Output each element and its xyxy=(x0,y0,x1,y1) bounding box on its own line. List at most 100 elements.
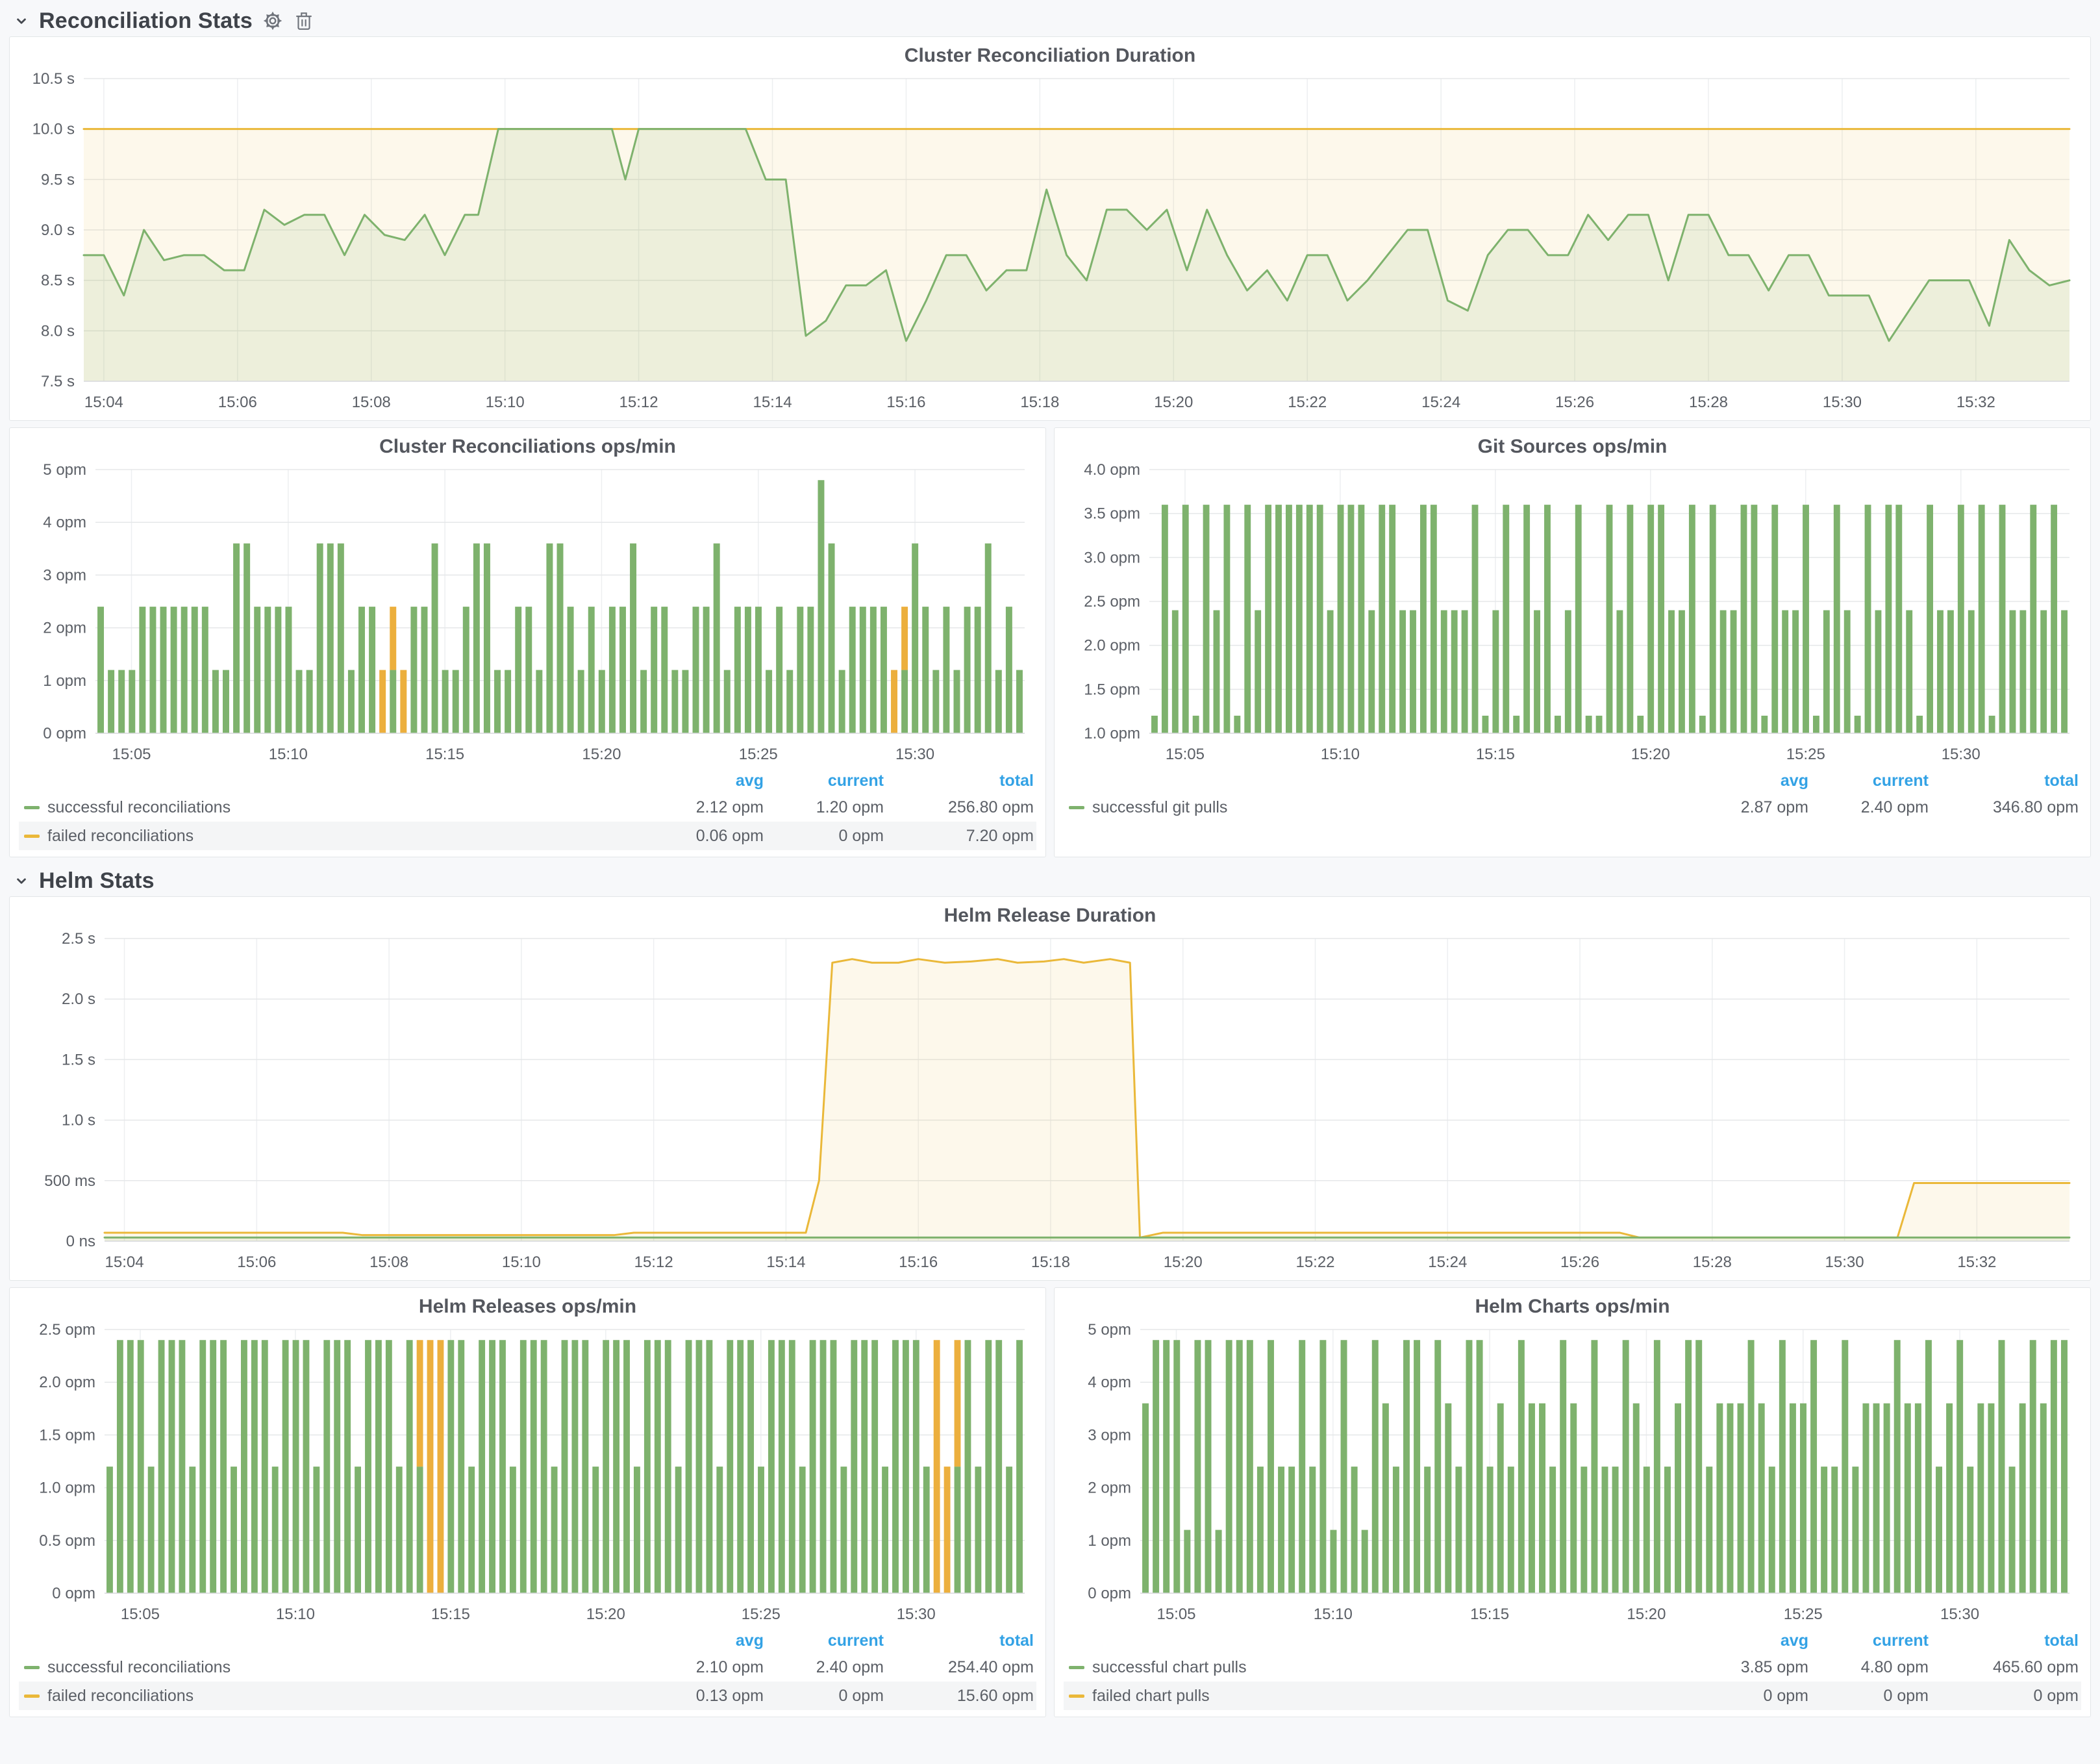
svg-text:15:05: 15:05 xyxy=(112,746,151,763)
section-title[interactable]: Reconciliation Stats xyxy=(39,8,253,34)
svg-text:15:06: 15:06 xyxy=(218,394,257,411)
svg-text:15:24: 15:24 xyxy=(1428,1254,1467,1271)
panel-helm-release-duration: Helm Release Duration 15:0415:0615:0815:… xyxy=(9,896,2091,1281)
svg-text:15:25: 15:25 xyxy=(742,1606,781,1623)
svg-text:15:10: 15:10 xyxy=(1321,746,1360,763)
legend-avg-value: 0.06 opm xyxy=(644,827,764,846)
legend-header-row: avg current total xyxy=(19,768,1036,793)
legend-series-name: failed reconciliations xyxy=(47,827,194,846)
svg-text:4.0 opm: 4.0 opm xyxy=(1084,461,1140,479)
svg-text:15:10: 15:10 xyxy=(502,1254,541,1271)
legend-header-avg[interactable]: avg xyxy=(1688,1632,1808,1650)
svg-text:15:04: 15:04 xyxy=(105,1254,144,1271)
svg-text:15:20: 15:20 xyxy=(1154,394,1193,411)
legend-series-name: failed chart pulls xyxy=(1092,1687,1210,1706)
svg-text:2.5 opm: 2.5 opm xyxy=(39,1321,95,1339)
svg-text:15:08: 15:08 xyxy=(352,394,391,411)
helm-charts-opm-chart[interactable]: 15:0515:1015:1515:2015:2515:305 opm4 opm… xyxy=(1064,1320,2081,1626)
panel-title[interactable]: Helm Releases ops/min xyxy=(19,1293,1036,1320)
panel-cluster-reconciliation-duration: Cluster Reconciliation Duration 15:0415:… xyxy=(9,36,2091,421)
panel-title[interactable]: Helm Charts ops/min xyxy=(1064,1293,2081,1320)
legend-total-value: 7.20 opm xyxy=(884,827,1036,846)
panel-cluster-reconciliations-opm: Cluster Reconciliations ops/min 15:0515:… xyxy=(9,427,1046,857)
svg-text:15:24: 15:24 xyxy=(1421,394,1460,411)
legend-header-current[interactable]: current xyxy=(1808,1632,1929,1650)
svg-text:5 opm: 5 opm xyxy=(1088,1321,1131,1339)
series-color-dash xyxy=(24,1695,40,1698)
svg-text:4 opm: 4 opm xyxy=(1088,1374,1131,1391)
gear-icon[interactable] xyxy=(262,10,284,32)
svg-text:15:32: 15:32 xyxy=(1956,394,1995,411)
svg-text:15:28: 15:28 xyxy=(1689,394,1728,411)
legend-header-current[interactable]: current xyxy=(764,772,884,790)
legend-header-avg[interactable]: avg xyxy=(644,772,764,790)
helm-releases-opm-chart[interactable]: 15:0515:1015:1515:2015:2515:302.5 opm2.0… xyxy=(19,1320,1036,1626)
series-color-dash xyxy=(24,806,40,809)
legend-row-successful-reconciliations: successful reconciliations 2.10 opm 2.40… xyxy=(19,1653,1036,1682)
legend-total-value: 256.80 opm xyxy=(884,798,1036,817)
svg-text:3 opm: 3 opm xyxy=(1088,1426,1131,1444)
svg-text:15:20: 15:20 xyxy=(1631,746,1670,763)
series-color-dash xyxy=(24,1666,40,1669)
svg-text:1 opm: 1 opm xyxy=(43,672,86,690)
panel-git-sources-opm: Git Sources ops/min 15:0515:1015:1515:20… xyxy=(1054,427,2091,857)
legend-header-avg[interactable]: avg xyxy=(644,1632,764,1650)
chevron-down-icon[interactable] xyxy=(13,12,30,29)
chevron-down-icon[interactable] xyxy=(13,872,30,889)
legend-avg-value: 2.12 opm xyxy=(644,798,764,817)
legend-current-value: 2.40 opm xyxy=(1808,798,1929,817)
legend-header-current[interactable]: current xyxy=(1808,772,1929,790)
git-sources-opm-chart[interactable]: 15:0515:1015:1515:2015:2515:304.0 opm3.5… xyxy=(1064,460,2081,766)
svg-text:0 opm: 0 opm xyxy=(52,1585,95,1602)
cluster-reconciliations-opm-chart[interactable]: 15:0515:1015:1515:2015:2515:305 opm4 opm… xyxy=(19,460,1036,766)
svg-text:3.5 opm: 3.5 opm xyxy=(1084,505,1140,523)
svg-text:1 opm: 1 opm xyxy=(1088,1532,1131,1550)
legend-header-total[interactable]: total xyxy=(884,1632,1036,1650)
svg-text:15:25: 15:25 xyxy=(1784,1606,1823,1623)
trash-icon[interactable] xyxy=(293,10,315,32)
svg-text:15:20: 15:20 xyxy=(586,1606,625,1623)
helm-release-duration-chart[interactable]: 15:0415:0615:0815:1015:1215:1415:1615:18… xyxy=(19,929,2081,1274)
legend-header-total[interactable]: total xyxy=(1929,772,2081,790)
svg-text:15:25: 15:25 xyxy=(739,746,778,763)
section-header-helm-stats[interactable]: Helm Stats xyxy=(9,865,2091,896)
svg-text:15:14: 15:14 xyxy=(753,394,792,411)
panel-title[interactable]: Git Sources ops/min xyxy=(1064,433,2081,460)
legend-total-value: 346.80 opm xyxy=(1929,798,2081,817)
series-color-dash xyxy=(1069,806,1084,809)
svg-text:2.5 opm: 2.5 opm xyxy=(1084,593,1140,611)
svg-text:15:10: 15:10 xyxy=(486,394,525,411)
legend-series-name: successful chart pulls xyxy=(1092,1658,1247,1677)
legend-header-total[interactable]: total xyxy=(884,772,1036,790)
svg-text:15:10: 15:10 xyxy=(276,1606,315,1623)
section-title[interactable]: Helm Stats xyxy=(39,868,155,894)
svg-text:3.0 opm: 3.0 opm xyxy=(1084,549,1140,566)
panel-title[interactable]: Helm Release Duration xyxy=(19,902,2081,929)
legend-current-value: 0 opm xyxy=(1808,1687,1929,1706)
svg-text:15:28: 15:28 xyxy=(1693,1254,1732,1271)
cluster-reconciliation-duration-chart[interactable]: 15:0415:0615:0815:1015:1215:1415:1615:18… xyxy=(19,69,2081,414)
legend: avg current total successful chart pulls… xyxy=(1064,1628,2081,1710)
svg-text:15:30: 15:30 xyxy=(897,1606,936,1623)
legend-total-value: 254.40 opm xyxy=(884,1658,1036,1677)
legend: avg current total successful reconciliat… xyxy=(19,1628,1036,1710)
legend-row-successful-git-pulls: successful git pulls 2.87 opm 2.40 opm 3… xyxy=(1064,793,2081,822)
panel-title[interactable]: Cluster Reconciliations ops/min xyxy=(19,433,1036,460)
panel-helm-charts-opm: Helm Charts ops/min 15:0515:1015:1515:20… xyxy=(1054,1287,2091,1717)
svg-text:2 opm: 2 opm xyxy=(43,620,86,637)
legend-header-row: avg current total xyxy=(1064,768,2081,793)
svg-text:15:22: 15:22 xyxy=(1295,1254,1334,1271)
legend-header-current[interactable]: current xyxy=(764,1632,884,1650)
svg-text:0 opm: 0 opm xyxy=(43,725,86,742)
legend-header-avg[interactable]: avg xyxy=(1688,772,1808,790)
svg-text:15:15: 15:15 xyxy=(425,746,464,763)
svg-text:15:15: 15:15 xyxy=(1470,1606,1509,1623)
legend-current-value: 0 opm xyxy=(764,827,884,846)
legend-row-failed-reconciliations: failed reconciliations 0.13 opm 0 opm 15… xyxy=(19,1682,1036,1710)
series-color-dash xyxy=(1069,1695,1084,1698)
panel-title[interactable]: Cluster Reconciliation Duration xyxy=(19,42,2081,69)
legend-header-total[interactable]: total xyxy=(1929,1632,2081,1650)
section-header-reconciliation-stats[interactable]: Reconciliation Stats xyxy=(9,5,2091,36)
svg-text:4 opm: 4 opm xyxy=(43,514,86,531)
legend-avg-value: 0 opm xyxy=(1688,1687,1808,1706)
